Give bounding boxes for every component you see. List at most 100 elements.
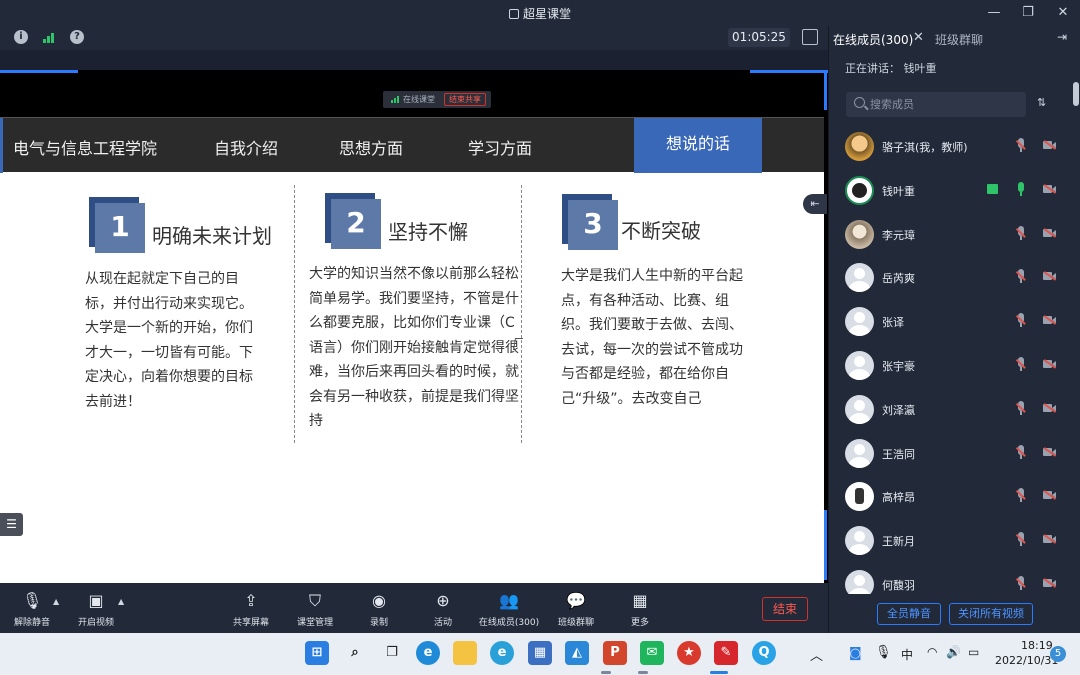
mic-off-icon[interactable] [1016, 532, 1026, 548]
member-row[interactable]: 钱叶重 [829, 169, 1073, 213]
close-all-video-button[interactable]: 关闭所有视频 [949, 603, 1033, 625]
scrollbar-thumb[interactable] [1073, 82, 1079, 106]
mic-off-icon[interactable] [1016, 356, 1026, 373]
info-icon[interactable]: i [14, 30, 28, 44]
sort-members-icon[interactable]: ⇅ [1037, 96, 1046, 109]
camera-off-icon[interactable] [1043, 183, 1057, 194]
shared-screen-frame: 在线课堂 结束共享 电气与信息工程学院 自我介绍 思想方面 学习方面 想说的话 … [0, 70, 828, 584]
camera-off-icon[interactable] [1043, 578, 1057, 588]
member-row[interactable]: 刘泽瀛 [829, 388, 1073, 432]
member-row[interactable]: 王浩同 [829, 432, 1073, 476]
close-tab-icon[interactable]: ✕ [913, 30, 924, 45]
member-row[interactable]: 李元璋 [829, 213, 1073, 257]
edge-dev-icon[interactable]: e [490, 641, 514, 665]
tab-online-members[interactable]: 在线成员(300) [833, 31, 913, 48]
chaoxing-icon[interactable]: ✎ [714, 641, 738, 665]
member-row[interactable]: 岳芮爽 [829, 256, 1073, 300]
notification-badge[interactable]: 5 [1050, 646, 1066, 662]
member-name: 高梓昂 [882, 491, 915, 505]
member-row[interactable]: 骆子淇(我，教师) [829, 125, 1073, 169]
camera-off-icon[interactable] [1043, 140, 1057, 150]
member-row[interactable]: 何馥羽 [829, 563, 1073, 594]
collapse-panel-icon[interactable]: ⇤ [803, 194, 827, 214]
mic-off-icon[interactable] [1016, 400, 1026, 417]
slide-nav-study: 学习方面 [468, 139, 533, 158]
tray-overflow-icon[interactable]: ︿ [810, 645, 823, 664]
close-icon[interactable]: ✕ [1053, 4, 1073, 22]
mic-off-icon[interactable] [1016, 313, 1026, 329]
member-row[interactable]: 张译 [829, 300, 1073, 344]
avatar [845, 569, 874, 594]
fullscreen-icon[interactable] [802, 29, 818, 45]
restore-icon[interactable]: ❐ [1018, 4, 1038, 22]
shared-screen-stage: 在线课堂 结束共享 电气与信息工程学院 自我介绍 思想方面 学习方面 想说的话 … [0, 50, 828, 584]
tray-app-icon[interactable]: ◙ [849, 646, 862, 661]
edge-icon[interactable]: e [416, 641, 440, 665]
clock-date[interactable]: 2022/10/31 [995, 654, 1058, 667]
camera-off-icon[interactable] [1043, 446, 1057, 457]
meeting-timer: 01:05:25 [728, 28, 790, 47]
activity-button[interactable]: ⊕ 活动 [408, 591, 478, 628]
class-chat-button[interactable]: 💬 班级群聊 [541, 591, 611, 628]
mic-off-icon[interactable] [1016, 225, 1026, 242]
mic-on-icon[interactable] [1016, 181, 1026, 198]
member-search-input[interactable] [870, 92, 1020, 117]
mic-off-icon[interactable] [1016, 444, 1026, 461]
video-options-caret-icon[interactable]: ▲ [118, 597, 124, 606]
online-members-label: 在线成员(300) [478, 618, 540, 628]
share-border [0, 70, 78, 73]
member-row[interactable]: 张宇豪 [829, 344, 1073, 388]
camera-off-icon[interactable] [1043, 534, 1057, 544]
party-app-icon[interactable]: ★ [677, 641, 701, 665]
search-icon[interactable]: ⌕ [343, 641, 367, 665]
camera-off-icon[interactable] [1043, 359, 1057, 369]
mic-off-icon[interactable] [1016, 575, 1026, 592]
camera-off-icon[interactable] [1043, 227, 1057, 238]
powerpoint-icon[interactable]: P [603, 641, 627, 665]
windows-start-icon[interactable]: ⊞ [305, 641, 329, 665]
audio-options-caret-icon[interactable]: ▲ [53, 597, 59, 606]
task-view-icon[interactable]: ❐ [380, 641, 404, 665]
tray-mic-icon[interactable]: 🎙 [875, 645, 892, 660]
pop-out-icon[interactable]: ⇥ [1057, 30, 1067, 44]
battery-icon[interactable]: ▭ [968, 645, 979, 659]
mic-off-icon[interactable] [1016, 488, 1026, 504]
mute-all-button[interactable]: 全员静音 [877, 603, 941, 625]
clock-time[interactable]: 18:19 [1021, 639, 1053, 652]
mic-off-icon[interactable] [1016, 138, 1026, 154]
slide-accent-strip [0, 118, 3, 173]
member-search[interactable] [846, 92, 1026, 117]
share-border [750, 70, 828, 73]
photos-icon[interactable]: ◭ [565, 641, 589, 665]
minimize-icon[interactable]: — [984, 4, 1004, 22]
tab-class-chat[interactable]: 班级群聊 [935, 31, 983, 48]
wechat-icon[interactable]: ✉ [640, 641, 664, 665]
online-members-button[interactable]: 👥 在线成员(300) [474, 591, 544, 628]
camera-off-icon[interactable] [1043, 490, 1057, 500]
share-indicator: 在线课堂 结束共享 [383, 91, 491, 108]
screen-share-icon [987, 183, 998, 194]
qq-browser-icon[interactable]: Q [752, 641, 776, 665]
camera-off-icon[interactable] [1043, 315, 1057, 325]
more-button[interactable]: ▦ 更多 [605, 591, 675, 628]
camera-off-icon[interactable] [1043, 271, 1057, 281]
file-explorer-icon[interactable] [453, 641, 477, 665]
signal-icon[interactable] [42, 30, 56, 44]
volume-icon[interactable]: 🔊 [946, 645, 961, 659]
class-manage-button[interactable]: ⛉ 课堂管理 [280, 591, 350, 628]
ime-indicator[interactable]: 中 [901, 646, 913, 663]
member-row[interactable]: 王新月 [829, 519, 1073, 563]
stop-share-button[interactable]: 结束共享 [444, 93, 486, 106]
share-screen-button[interactable]: ⇪ 共享屏幕 [216, 591, 286, 628]
speaking-indicator: 正在讲话： 钱叶重 [845, 62, 937, 75]
notes-icon[interactable]: ☰ [0, 513, 23, 536]
camera-off-icon[interactable] [1043, 402, 1057, 413]
step-body-1: 从现在起就定下自己的目标，并付出行动来实现它。大学是一个新的开始，你们才大一，一… [85, 271, 253, 410]
store-icon[interactable]: ▦ [528, 641, 552, 665]
member-row[interactable]: 高梓昂 [829, 475, 1073, 519]
mic-off-icon[interactable] [1016, 269, 1026, 285]
record-button[interactable]: ◉ 录制 [344, 591, 414, 628]
help-icon[interactable]: ? [70, 30, 84, 44]
wifi-icon[interactable]: ◠ [927, 645, 937, 659]
end-class-button[interactable]: 结束 [762, 597, 808, 621]
